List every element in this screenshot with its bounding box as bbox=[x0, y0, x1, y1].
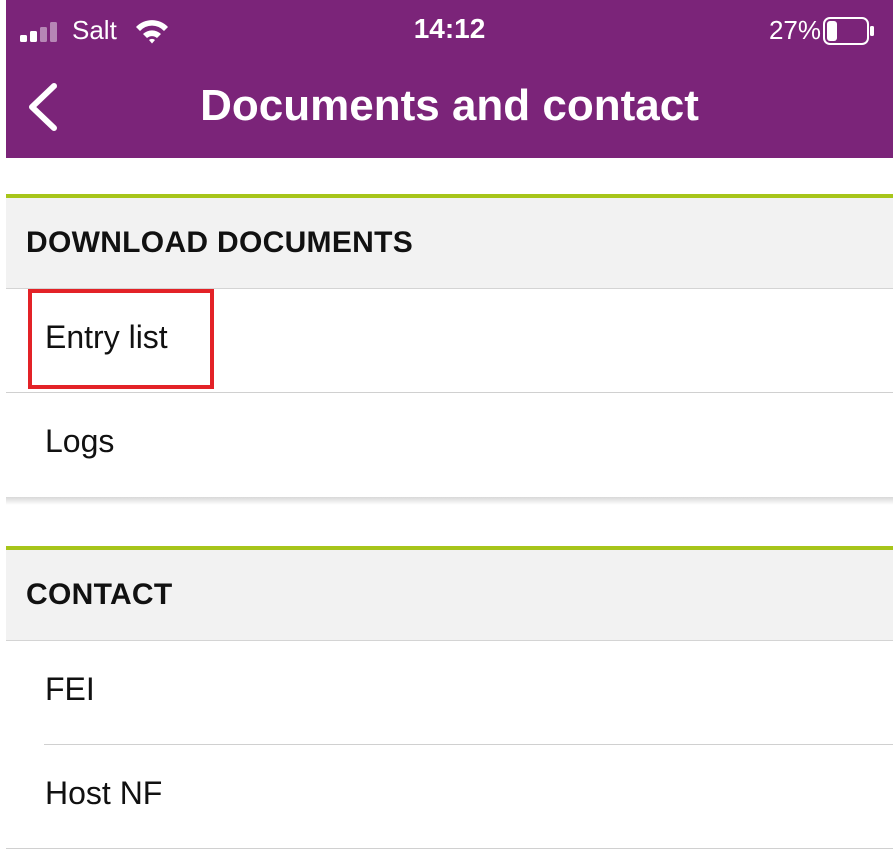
list-item-entry-list[interactable]: Entry list bbox=[6, 289, 893, 393]
section-title-download-documents: DOWNLOAD DOCUMENTS bbox=[26, 226, 414, 259]
list-item-label: FEI bbox=[45, 671, 95, 707]
section-title-contact: CONTACT bbox=[26, 578, 173, 611]
download-documents-section: DOWNLOAD DOCUMENTS Entry list Logs bbox=[6, 194, 893, 505]
contact-section: CONTACT FEI Host NF bbox=[6, 546, 893, 849]
list-item-fei[interactable]: FEI bbox=[6, 641, 893, 745]
section-divider bbox=[6, 497, 893, 505]
navigation-bar: Documents and contact bbox=[6, 62, 893, 158]
app-screen: Salt 14:12 27% Documents and contact DOW bbox=[0, 0, 893, 854]
battery-icon bbox=[823, 17, 874, 45]
list-item-label: Logs bbox=[45, 423, 115, 459]
status-bar: Salt 14:12 27% bbox=[6, 0, 893, 62]
list-item-host-nf[interactable]: Host NF bbox=[6, 745, 893, 849]
section-header: DOWNLOAD DOCUMENTS bbox=[6, 194, 893, 289]
app-header: Salt 14:12 27% Documents and contact bbox=[6, 0, 893, 158]
list-item-label: Entry list bbox=[45, 319, 168, 355]
section-header: CONTACT bbox=[6, 546, 893, 641]
list-item-logs[interactable]: Logs bbox=[6, 393, 893, 497]
battery-percentage: 27% bbox=[768, 15, 821, 45]
status-time: 14:12 bbox=[413, 13, 486, 44]
page-title: Documents and contact bbox=[200, 81, 699, 130]
list-item-label: Host NF bbox=[45, 775, 163, 811]
